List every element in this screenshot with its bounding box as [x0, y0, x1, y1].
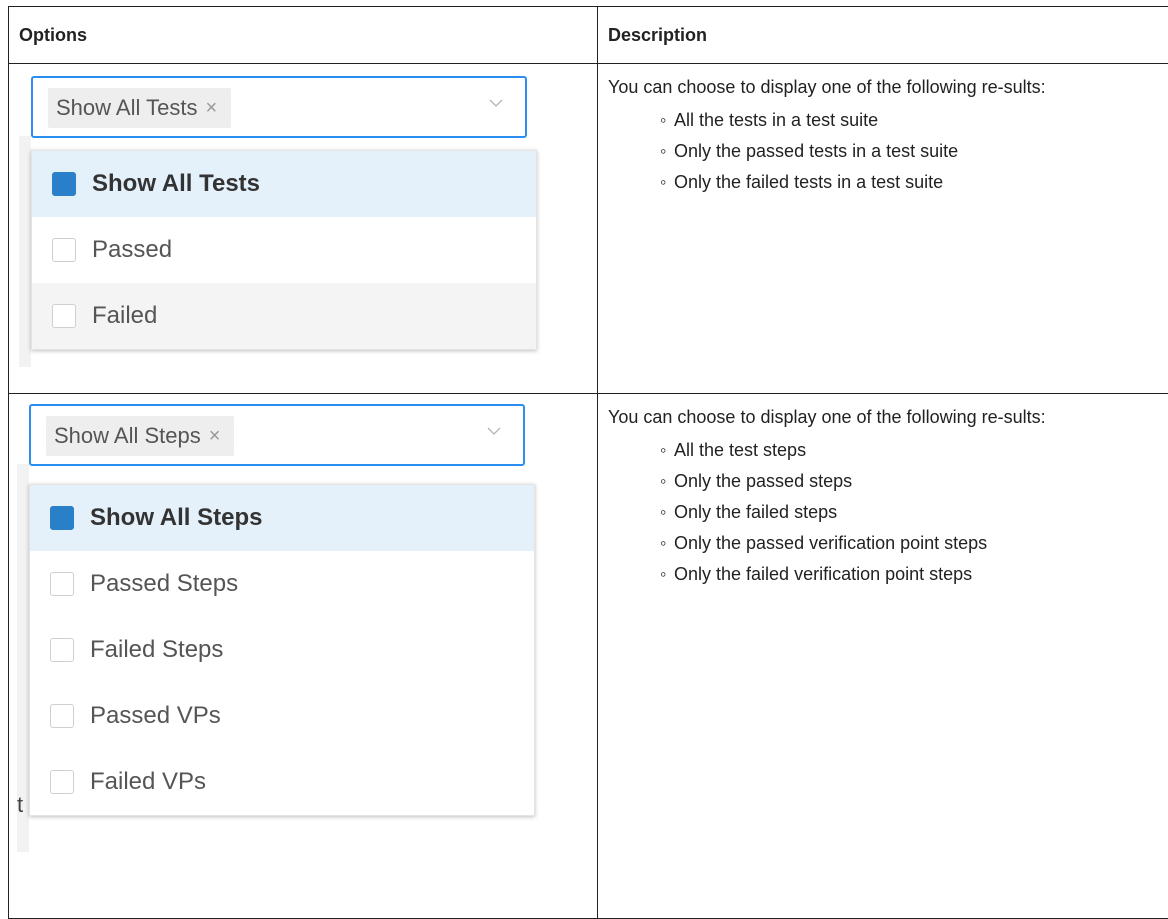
option-show-all-tests[interactable]: Show All Tests	[32, 151, 536, 217]
option-label: Passed Steps	[90, 570, 238, 598]
list-item: Only the failed steps	[660, 497, 1168, 528]
checkbox-icon[interactable]	[50, 704, 74, 728]
checkbox-icon[interactable]	[50, 770, 74, 794]
table-header-row: Options Description	[9, 7, 1168, 64]
description-list: All the tests in a test suite Only the p…	[608, 105, 1168, 198]
header-options: Options	[9, 7, 598, 64]
option-show-all-steps[interactable]: Show All Steps	[30, 485, 534, 551]
checkbox-icon[interactable]	[52, 238, 76, 262]
chip-label: Show All Tests	[56, 95, 197, 121]
description-cell: You can choose to display one of the fol…	[598, 394, 1168, 919]
chip-remove-icon[interactable]: ×	[205, 97, 217, 120]
option-label: Passed	[92, 236, 172, 264]
background-strip	[19, 136, 31, 367]
option-passed[interactable]: Passed	[32, 217, 536, 283]
options-cell: t Show All Steps × Show All Steps	[9, 394, 598, 919]
option-failed-steps[interactable]: Failed Steps	[30, 617, 534, 683]
checkbox-checked-icon[interactable]	[50, 506, 74, 530]
step-filter-select[interactable]: Show All Steps ×	[29, 404, 525, 466]
chevron-down-icon[interactable]	[489, 96, 503, 110]
option-label: Failed	[92, 302, 157, 330]
option-label: Show All Steps	[90, 504, 262, 532]
description-list: All the test steps Only the passed steps…	[608, 435, 1168, 590]
option-failed[interactable]: Failed	[32, 283, 536, 349]
checkbox-icon[interactable]	[50, 572, 74, 596]
option-label: Failed VPs	[90, 768, 206, 796]
table-row: Show All Tests × Show All Tests Passed	[9, 64, 1168, 394]
list-item: Only the passed steps	[660, 466, 1168, 497]
filter-screenshot-steps: t Show All Steps × Show All Steps	[17, 404, 537, 852]
list-item: Only the passed verification point steps	[660, 528, 1168, 559]
checkbox-checked-icon[interactable]	[52, 172, 76, 196]
list-item: Only the failed verification point steps	[660, 559, 1168, 590]
table-row: t Show All Steps × Show All Steps	[9, 394, 1168, 919]
option-label: Show All Tests	[92, 170, 260, 198]
test-filter-dropdown: Show All Tests Passed Failed	[31, 150, 537, 350]
options-cell: Show All Tests × Show All Tests Passed	[9, 64, 598, 394]
checkbox-icon[interactable]	[52, 304, 76, 328]
option-passed-steps[interactable]: Passed Steps	[30, 551, 534, 617]
list-item: All the test steps	[660, 435, 1168, 466]
step-filter-dropdown: Show All Steps Passed Steps Failed Steps…	[29, 484, 535, 816]
filter-screenshot-tests: Show All Tests × Show All Tests Passed	[19, 76, 539, 367]
list-item: Only the failed tests in a test suite	[660, 167, 1168, 198]
options-table: Options Description Show All Tests ×	[8, 6, 1168, 919]
list-item: Only the passed tests in a test suite	[660, 136, 1168, 167]
option-passed-vps[interactable]: Passed VPs	[30, 683, 534, 749]
test-filter-select[interactable]: Show All Tests ×	[31, 76, 527, 138]
description-cell: You can choose to display one of the fol…	[598, 64, 1168, 394]
selected-chip[interactable]: Show All Tests ×	[48, 88, 231, 128]
option-label: Failed Steps	[90, 636, 223, 664]
chevron-down-icon[interactable]	[487, 424, 501, 438]
header-description: Description	[598, 7, 1168, 64]
selected-chip[interactable]: Show All Steps ×	[46, 416, 234, 456]
chip-remove-icon[interactable]: ×	[209, 425, 221, 448]
description-intro: You can choose to display one of the fol…	[608, 72, 1168, 103]
checkbox-icon[interactable]	[50, 638, 74, 662]
list-item: All the tests in a test suite	[660, 105, 1168, 136]
option-failed-vps[interactable]: Failed VPs	[30, 749, 534, 815]
chip-label: Show All Steps	[54, 423, 201, 449]
clipped-text: t	[17, 792, 23, 818]
option-label: Passed VPs	[90, 702, 221, 730]
description-intro: You can choose to display one of the fol…	[608, 402, 1168, 433]
